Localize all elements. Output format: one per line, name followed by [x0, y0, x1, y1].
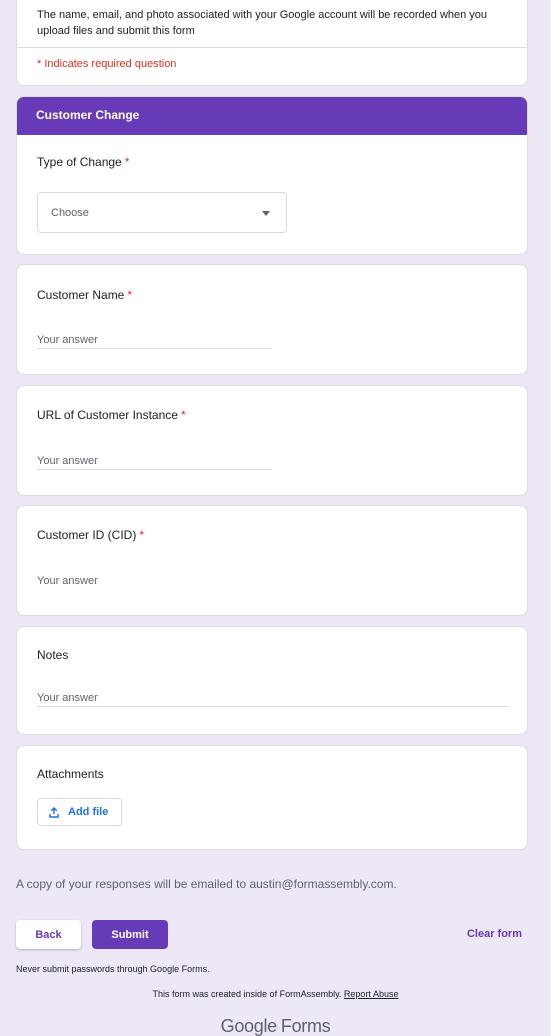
add-file-button[interactable]: Add file	[37, 798, 122, 826]
form-description: The name, email, and photo associated wi…	[37, 9, 488, 37]
required-asterisk: *	[127, 288, 133, 302]
customer-name-input[interactable]	[37, 331, 272, 349]
google-forms-logo[interactable]: Google Forms	[0, 1016, 551, 1036]
question-label: Type of Change	[37, 155, 122, 169]
question-card-customer-id: Customer ID (CID) *	[16, 505, 528, 616]
question-label: Notes	[37, 648, 69, 662]
question-card-notes: Notes	[16, 626, 528, 735]
required-asterisk: *	[180, 408, 186, 422]
caret-down-icon	[262, 211, 270, 216]
required-asterisk: *	[124, 155, 130, 169]
logo-google-text: Google	[220, 1016, 278, 1036]
required-asterisk: *	[139, 528, 145, 542]
url-instance-input[interactable]	[37, 452, 272, 470]
created-note: This form was created inside of FormAsse…	[0, 989, 551, 999]
question-card-url-instance: URL of Customer Instance *	[16, 385, 528, 496]
created-note-text: This form was created inside of FormAsse…	[152, 989, 342, 999]
submit-button[interactable]: Submit	[92, 920, 168, 949]
response-copy-note: A copy of your responses will be emailed…	[16, 877, 397, 891]
notes-input[interactable]	[37, 689, 509, 707]
question-title-type-of-change: Type of Change *	[37, 155, 129, 169]
question-label: Attachments	[37, 767, 104, 781]
report-abuse-link[interactable]: Report Abuse	[344, 989, 399, 999]
question-title-customer-id: Customer ID (CID) *	[37, 528, 144, 542]
password-warning: Never submit passwords through Google Fo…	[16, 964, 210, 974]
question-label: URL of Customer Instance	[37, 408, 178, 422]
logo-forms-text: Forms	[280, 1016, 331, 1036]
upload-icon	[49, 806, 59, 818]
add-file-label: Add file	[68, 806, 109, 818]
question-label: Customer Name	[37, 288, 125, 302]
required-note: * Indicates required question	[37, 58, 177, 70]
question-title-customer-name: Customer Name *	[37, 288, 132, 302]
customer-id-input[interactable]	[37, 572, 272, 590]
section-title: Customer Change	[17, 97, 527, 135]
dropdown-selected-value: Choose	[51, 207, 89, 219]
question-title-notes: Notes	[37, 648, 68, 662]
form-intro-card: The name, email, and photo associated wi…	[16, 0, 528, 86]
type-of-change-dropdown[interactable]: Choose	[37, 192, 287, 233]
question-title-url-instance: URL of Customer Instance *	[37, 408, 186, 422]
question-card-customer-name: Customer Name *	[16, 264, 528, 375]
question-card-attachments: Attachments Add file	[16, 745, 528, 850]
question-title-attachments: Attachments	[37, 767, 104, 781]
divider	[17, 47, 527, 48]
question-label: Customer ID (CID)	[37, 528, 137, 542]
back-button[interactable]: Back	[16, 920, 81, 949]
section-card: Customer Change Type of Change * Choose	[16, 96, 528, 255]
clear-form-button[interactable]: Clear form	[467, 928, 522, 940]
